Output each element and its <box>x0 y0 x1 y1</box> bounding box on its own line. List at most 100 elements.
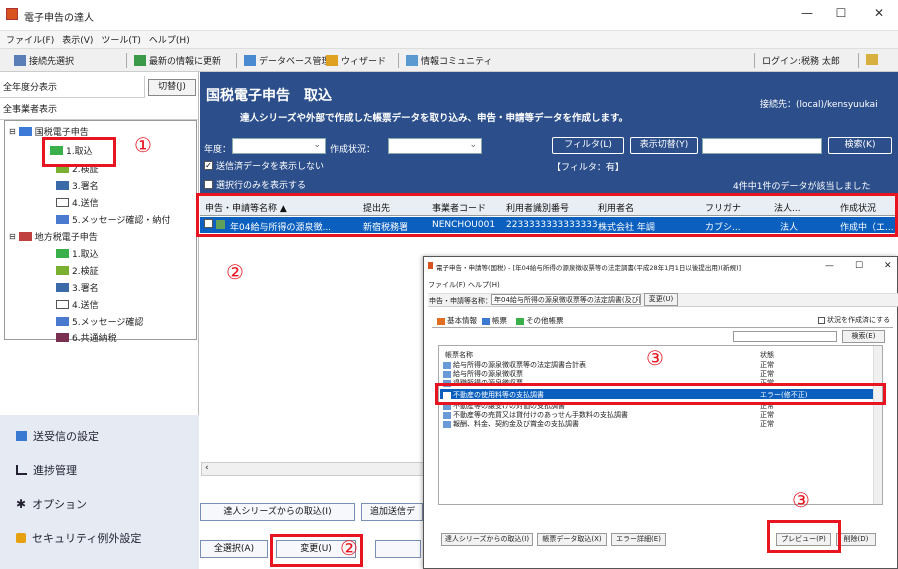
tree-local-import[interactable]: 1.取込 <box>56 247 99 260</box>
step-mark-3: ③ <box>646 346 664 370</box>
checkbox-checked-icon: ✓ <box>204 161 213 170</box>
dialog-minimize-button[interactable]: — <box>825 261 834 271</box>
tree-local-verify[interactable]: 2.検証 <box>56 264 99 277</box>
tree-national-send[interactable]: 4.送信 <box>56 196 99 209</box>
chevron-down-icon: ⌄ <box>313 140 321 150</box>
scroll-left-icon[interactable]: ‹ <box>205 463 209 473</box>
message-icon <box>56 317 69 326</box>
security-link[interactable]: セキュリティ例外設定 <box>16 530 141 546</box>
dialog-import-series-button[interactable]: 達人シリーズからの取込(I) <box>441 533 533 546</box>
toolbar-community[interactable]: 情報コミュニティ <box>406 54 492 67</box>
chk-selected-only[interactable]: 選択行のみを表示する <box>204 178 306 191</box>
dialog-change-button[interactable]: 変更(U) <box>644 293 678 306</box>
list-header-name: 帳票名称 <box>445 351 473 359</box>
select-all-button[interactable]: 全選択(A) <box>200 540 268 558</box>
payment-icon <box>56 333 69 342</box>
menu-tools[interactable]: ツール(T) <box>101 33 141 46</box>
step-mark-2: ② <box>226 260 244 284</box>
user-icon-wrap[interactable] <box>866 54 878 65</box>
step-mark-2-bottom: ② <box>340 536 358 560</box>
tab-basic-info[interactable]: 基本情報 <box>437 315 477 326</box>
progress-link[interactable]: 進捗管理 <box>16 462 77 478</box>
maximize-button[interactable]: ☐ <box>826 6 856 20</box>
message-icon <box>56 215 69 224</box>
tree-local-sign[interactable]: 3.署名 <box>56 281 99 294</box>
dialog-close-button[interactable]: ✕ <box>884 261 892 271</box>
toolbar-database[interactable]: データベース管理 <box>244 54 331 67</box>
options-link[interactable]: ✱ オプション <box>16 496 87 512</box>
search-input[interactable] <box>702 138 822 154</box>
close-button[interactable]: ✕ <box>864 6 894 20</box>
list-item[interactable]: 報酬、料金、契約金及び賞金の支払調書 <box>443 419 579 429</box>
import-from-series-button[interactable]: 達人シリーズからの取込(I) <box>200 503 355 521</box>
highlight-grid <box>196 193 898 237</box>
minimize-button[interactable]: — <box>792 6 822 20</box>
menu-help[interactable]: ヘルプ(H) <box>149 33 190 46</box>
step-mark-3-bottom: ③ <box>792 488 810 512</box>
status-select[interactable]: ⌄ <box>388 138 482 154</box>
toolbar: 接続先選択 最新の情報に更新 データベース管理 ウィザード 情報コミュニティ ロ… <box>0 48 898 72</box>
dialog-error-detail-button[interactable]: エラー詳細(E) <box>611 533 666 546</box>
dialog-search-button[interactable]: 検索(E) <box>842 330 885 343</box>
dialog-menu-help[interactable]: ヘルプ(H) <box>468 280 500 290</box>
chk-hide-sent[interactable]: ✓ 送信済データを表示しない <box>204 159 324 172</box>
sign-icon <box>56 283 69 292</box>
dialog-form-import-button[interactable]: 帳票データ取込(X) <box>537 533 607 546</box>
sign-icon <box>56 181 69 190</box>
year-all-display: 全年度分表示 <box>0 76 145 98</box>
send-settings-link[interactable]: 送受信の設定 <box>16 428 99 444</box>
highlight-error-row <box>435 383 886 405</box>
tree-local-message[interactable]: 5.メッセージ確認 <box>56 315 143 328</box>
verify-icon <box>56 266 69 275</box>
toolbar-wizard[interactable]: ウィザード <box>326 54 386 67</box>
form-icon <box>443 411 451 419</box>
display-switch-button[interactable]: 表示切替(Y) <box>630 137 698 154</box>
tree-national-sign[interactable]: 3.署名 <box>56 179 99 192</box>
tree-local[interactable]: ⊟ 地方税電子申告 <box>9 230 98 243</box>
window-title: 電子申告の達人 <box>24 13 94 24</box>
toolbar-connect[interactable]: 接続先選択 <box>14 54 74 67</box>
app-icon <box>6 8 18 20</box>
menu-file[interactable]: ファイル(F) <box>6 33 54 46</box>
tab-divider <box>432 327 893 328</box>
form-icon <box>482 317 490 325</box>
chk-created-status[interactable]: 状況を作成済にする <box>818 315 890 325</box>
dialog-delete-button[interactable]: 削除(D) <box>836 533 876 546</box>
partial-button[interactable] <box>375 540 421 558</box>
tab-forms[interactable]: 帳票 <box>482 315 507 326</box>
dialog-name-label: 申告・申請等名称： <box>429 297 492 305</box>
dialog-menu-file[interactable]: ファイル(F) <box>428 280 466 290</box>
switch-button[interactable]: 切替(J) <box>148 79 196 96</box>
page-title: 国税電子申告 取込 <box>206 88 332 104</box>
menu-view[interactable]: 表示(V) <box>62 33 93 46</box>
tree-local-payment[interactable]: 6.共通納税 <box>56 331 117 344</box>
step-mark-1: ① <box>134 133 152 157</box>
toolbar-refresh[interactable]: 最新の情報に更新 <box>134 54 221 67</box>
tree-national-message[interactable]: 5.メッセージ確認・納付 <box>56 213 170 226</box>
list-scrollbar[interactable] <box>873 346 882 504</box>
user-icon <box>866 54 878 65</box>
highlight-import <box>42 137 116 167</box>
horizontal-scrollbar[interactable]: ‹ <box>201 462 425 476</box>
form-icon <box>443 370 451 378</box>
result-count: 4件中1件のデータが該当しました <box>733 182 871 192</box>
year-select[interactable]: ⌄ <box>232 138 326 154</box>
year-label: 年度： <box>204 145 232 155</box>
progress-icon <box>16 465 27 475</box>
filter-button[interactable]: フィルタ(L) <box>552 137 624 154</box>
dialog-app-icon <box>428 262 433 269</box>
search-button[interactable]: 検索(K) <box>828 137 892 154</box>
status-label: 作成状況： <box>330 145 376 155</box>
tab-other-forms[interactable]: その他帳票 <box>516 315 564 326</box>
tree-local-send[interactable]: 4.送信 <box>56 298 99 311</box>
community-icon <box>406 55 418 66</box>
add-send-button[interactable]: 追加送信デ <box>361 503 423 521</box>
dialog-name-field[interactable]: 年04給与所得の源泉徴収票等の法定調書(及び同 <box>491 294 641 305</box>
pencil-icon <box>437 317 445 325</box>
connection-destination: 接続先：(local)/kensyuukai <box>760 100 878 110</box>
list-header-status: 状態 <box>760 351 774 359</box>
dialog-search-input[interactable] <box>733 331 837 342</box>
database-icon <box>244 55 256 66</box>
settings-icon <box>16 431 27 441</box>
dialog-maximize-button[interactable]: ☐ <box>855 261 863 271</box>
